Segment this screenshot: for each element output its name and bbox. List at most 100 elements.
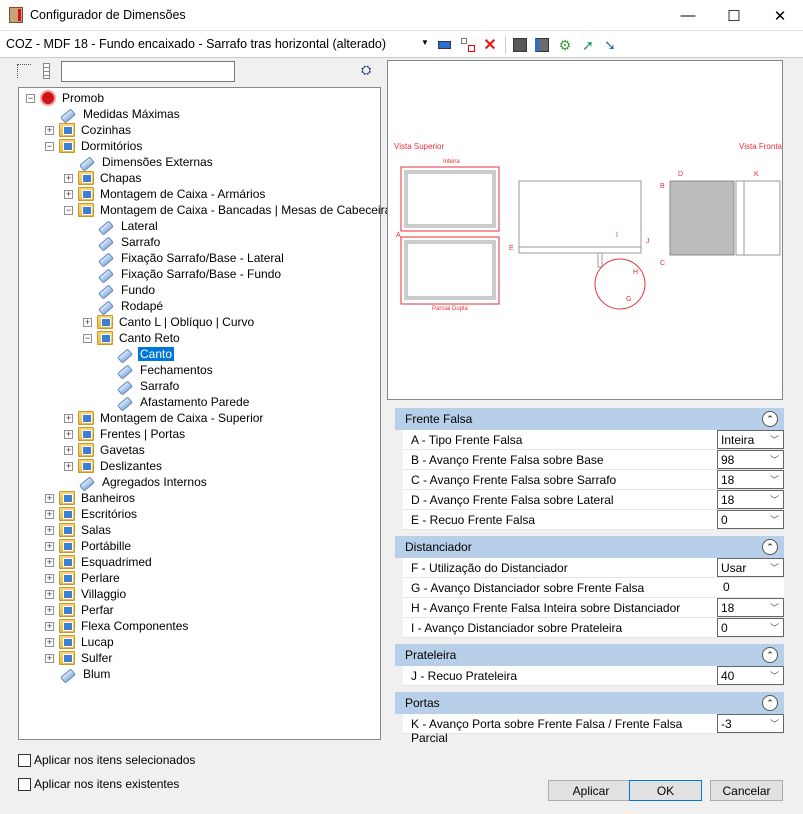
collapse-icon[interactable]: − <box>26 94 35 103</box>
search-input[interactable] <box>61 61 235 82</box>
tree-item[interactable]: Fixação Sarrafo/Base - Fundo <box>97 266 283 284</box>
tree-view[interactable]: − Promob Medidas Máximas + Cozinhas − Dormitór… <box>18 87 391 740</box>
tree-item[interactable]: Dormitórios <box>59 138 144 154</box>
expand-all-icon[interactable] <box>43 63 50 79</box>
tree-item[interactable]: Canto L | Oblíquo | Curvo <box>97 314 256 330</box>
binoculars-icon[interactable]: ⛭ <box>361 62 371 78</box>
section-header[interactable]: Prateleira ⌃ <box>395 644 784 666</box>
tree-item[interactable]: Cozinhas <box>59 122 133 138</box>
tree-item[interactable]: Deslizantes <box>78 458 164 474</box>
chevron-down-icon[interactable]: ﹀ <box>770 513 779 526</box>
tree-item[interactable]: Esquadrimed <box>59 554 154 570</box>
chevron-down-icon[interactable]: ﹀ <box>770 717 779 730</box>
collapse-section-icon[interactable]: ⌃ <box>762 647 778 663</box>
property-dropdown[interactable]: 18 ﹀ <box>717 598 784 617</box>
tree-item[interactable]: Fixação Sarrafo/Base - Lateral <box>97 250 286 268</box>
expand-icon[interactable]: + <box>64 174 73 183</box>
rename-icon[interactable] <box>434 35 454 55</box>
apply-existing-checkbox[interactable] <box>18 778 31 791</box>
tree-item[interactable]: Salas <box>59 522 113 538</box>
export-icon[interactable]: ➚ <box>578 35 598 55</box>
tree-item[interactable]: Afastamento Parede <box>116 394 251 412</box>
configuration-select[interactable]: COZ - MDF 18 - Fundo encaixado - Sarrafo… <box>6 37 386 51</box>
collapse-icon[interactable]: − <box>83 334 92 343</box>
expand-icon[interactable]: + <box>45 510 54 519</box>
tree-item[interactable]: Perlare <box>59 570 122 586</box>
expand-icon[interactable]: + <box>45 126 54 135</box>
collapse-all-icon[interactable] <box>17 64 31 78</box>
property-dropdown[interactable]: 0 ﹀ <box>717 618 784 637</box>
property-dropdown[interactable]: -3 ﹀ <box>717 714 784 733</box>
save-icon[interactable] <box>510 35 530 55</box>
property-value[interactable]: 0 <box>717 578 784 597</box>
close-button[interactable]: ✕ <box>757 0 803 31</box>
tree-item[interactable]: Medidas Máximas <box>59 106 182 124</box>
expand-icon[interactable]: + <box>64 414 73 423</box>
tree-item[interactable]: Promob <box>40 90 106 106</box>
collapse-section-icon[interactable]: ⌃ <box>762 411 778 427</box>
tree-item[interactable]: Flexa Componentes <box>59 618 190 634</box>
tree-item[interactable]: Escritórios <box>59 506 139 522</box>
chevron-down-icon[interactable]: ﹀ <box>770 621 779 634</box>
expand-icon[interactable]: + <box>83 318 92 327</box>
expand-icon[interactable]: + <box>45 606 54 615</box>
chevron-down-icon[interactable]: ﹀ <box>770 433 779 446</box>
collapse-icon[interactable]: − <box>64 206 73 215</box>
tree-item[interactable]: Sulfer <box>59 650 114 666</box>
tree-item[interactable]: Sarrafo <box>97 234 162 252</box>
expand-icon[interactable]: + <box>45 494 54 503</box>
expand-icon[interactable]: + <box>64 430 73 439</box>
section-header[interactable]: Frente Falsa ⌃ <box>395 408 784 430</box>
chevron-down-icon[interactable]: ﹀ <box>770 493 779 506</box>
collapse-icon[interactable]: − <box>45 142 54 151</box>
tree-item[interactable]: Lucap <box>59 634 116 650</box>
apply-button[interactable]: Aplicar <box>548 780 634 801</box>
save-as-icon[interactable] <box>532 35 552 55</box>
chevron-down-icon[interactable]: ﹀ <box>770 669 779 682</box>
tree-item[interactable]: Portábille <box>59 538 133 554</box>
property-dropdown[interactable]: 18 ﹀ <box>717 470 784 489</box>
collapse-section-icon[interactable]: ⌃ <box>762 539 778 555</box>
apply-selected-checkbox[interactable] <box>18 754 31 767</box>
section-header[interactable]: Portas ⌃ <box>395 692 784 714</box>
property-dropdown[interactable]: 98 ﹀ <box>717 450 784 469</box>
tree-item[interactable]: Montagem de Caixa - Armários <box>78 186 267 202</box>
cancel-button[interactable]: Cancelar <box>710 780 783 801</box>
property-dropdown[interactable]: 40 ﹀ <box>717 666 784 685</box>
property-dropdown[interactable]: Inteira ﹀ <box>717 430 784 449</box>
tree-item[interactable]: Blum <box>59 666 112 684</box>
expand-icon[interactable]: + <box>45 542 54 551</box>
expand-icon[interactable]: + <box>64 446 73 455</box>
tree-item[interactable]: Dimensões Externas <box>78 154 215 172</box>
collapse-section-icon[interactable]: ⌃ <box>762 695 778 711</box>
maximize-button[interactable]: ☐ <box>711 0 757 31</box>
property-dropdown[interactable]: 0 ﹀ <box>717 510 784 529</box>
tree-item[interactable]: Gavetas <box>78 442 147 458</box>
chevron-down-icon[interactable]: ﹀ <box>770 453 779 466</box>
expand-icon[interactable]: + <box>45 622 54 631</box>
tree-item[interactable]: Montagem de Caixa - Superior <box>78 410 265 426</box>
tree-item[interactable]: Agregados Internos <box>78 474 209 492</box>
settings-check-icon[interactable]: ⚙ <box>555 35 575 55</box>
ok-button[interactable]: OK <box>629 780 702 801</box>
tree-item[interactable]: Frentes | Portas <box>78 426 187 442</box>
property-dropdown[interactable]: Usar ﹀ <box>717 558 784 577</box>
expand-icon[interactable]: + <box>45 558 54 567</box>
expand-icon[interactable]: + <box>45 590 54 599</box>
minimize-button[interactable]: — <box>665 0 711 31</box>
tree-item[interactable]: Villaggio <box>59 586 128 602</box>
expand-icon[interactable]: + <box>45 654 54 663</box>
tree-item[interactable]: Rodapé <box>97 298 165 316</box>
expand-icon[interactable]: + <box>45 638 54 647</box>
chevron-down-icon[interactable]: ﹀ <box>770 601 779 614</box>
tree-item[interactable]: Montagem de Caixa - Bancadas | Mesas de … <box>78 202 393 218</box>
tree-item[interactable]: Chapas <box>78 170 143 186</box>
tree-item[interactable]: Lateral <box>97 218 160 236</box>
expand-icon[interactable]: + <box>45 574 54 583</box>
tree-item[interactable]: Sarrafo <box>116 378 181 396</box>
chevron-down-icon[interactable]: ▼ <box>421 38 429 47</box>
expand-icon[interactable]: + <box>64 190 73 199</box>
move-icon[interactable] <box>458 35 478 55</box>
tree-item[interactable]: Banheiros <box>59 490 137 506</box>
expand-icon[interactable]: + <box>45 526 54 535</box>
